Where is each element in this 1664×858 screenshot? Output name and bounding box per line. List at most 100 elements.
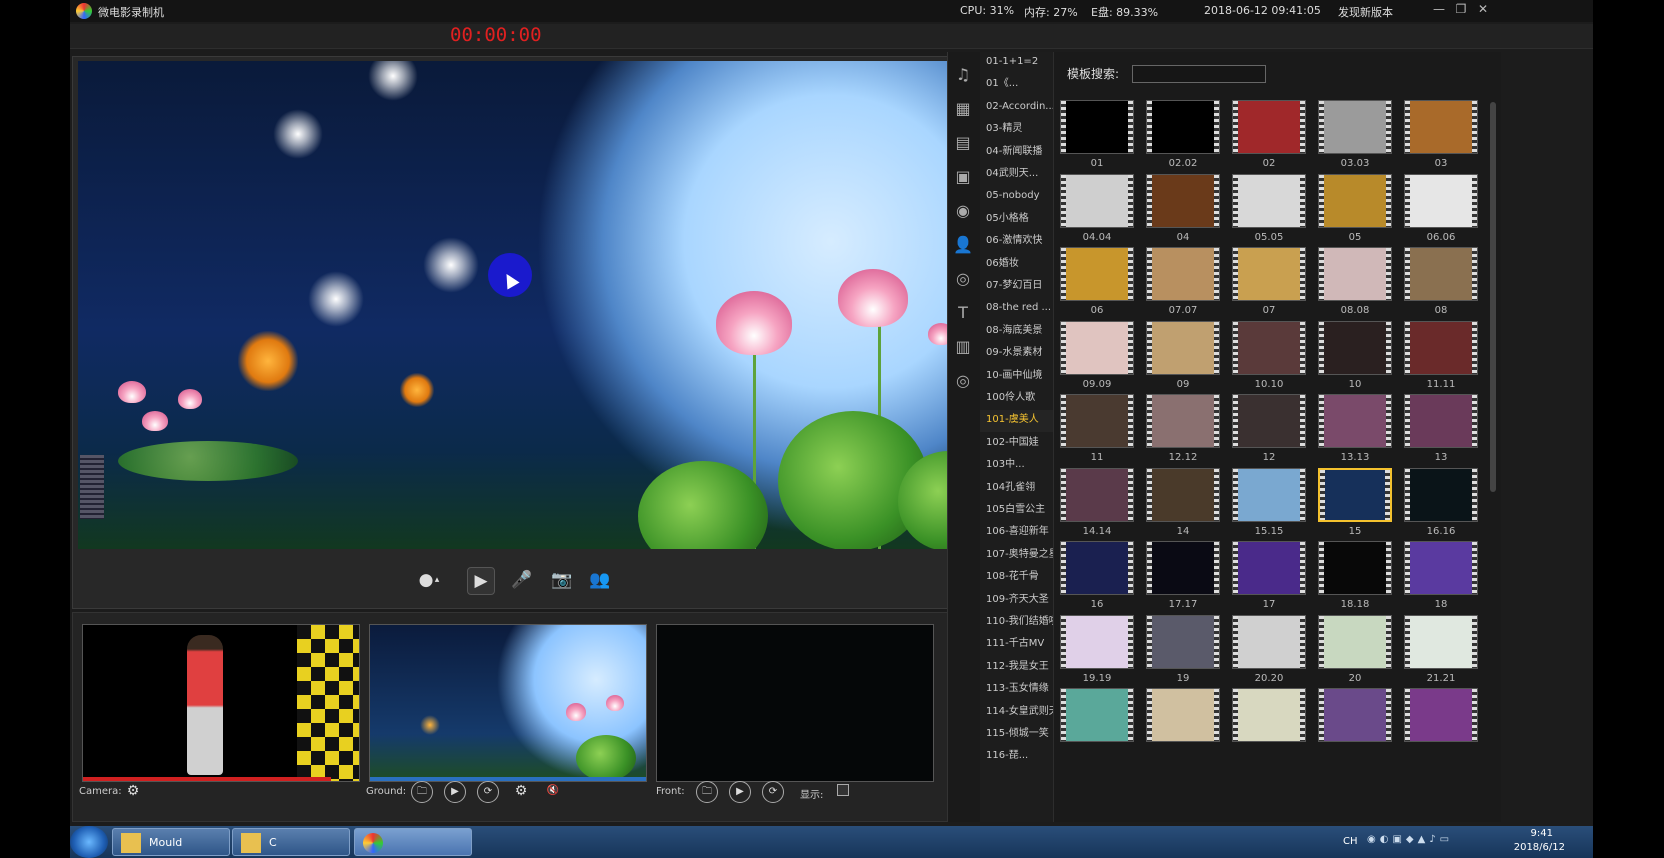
template-thumbnail[interactable]: 10.10 (1232, 320, 1306, 390)
category-6-icon[interactable]: ◎ (952, 268, 974, 290)
template-list-item[interactable]: 03-精灵 (980, 119, 1053, 141)
template-thumbnail[interactable]: 04.04 (1060, 173, 1134, 243)
template-thumbnail[interactable]: 06 (1060, 247, 1134, 316)
template-list-item[interactable]: 02-Accordin... (980, 97, 1053, 119)
ground-monitor[interactable] (369, 624, 647, 782)
thumbnail-image[interactable] (1060, 394, 1134, 448)
template-thumbnail[interactable]: 14.14 (1060, 467, 1134, 537)
thumbnail-image[interactable] (1060, 614, 1134, 669)
snapshot-button[interactable]: 📷 (549, 567, 575, 593)
thumbnail-image[interactable] (1318, 614, 1392, 669)
template-thumbnail[interactable]: 02.02 (1146, 100, 1220, 169)
template-thumbnail[interactable] (1318, 688, 1392, 752)
template-thumbnail[interactable]: 20.20 (1232, 614, 1306, 684)
template-list-item[interactable]: 106-喜迎新年 (980, 522, 1053, 544)
thumbnail-image[interactable] (1318, 100, 1392, 154)
close-button[interactable]: ✕ (1474, 2, 1492, 18)
thumbnail-image[interactable] (1146, 173, 1220, 228)
template-thumbnail[interactable]: 01 (1060, 100, 1134, 169)
template-list-item[interactable]: 104孔雀翎 (980, 478, 1053, 500)
template-thumbnail[interactable]: 09.09 (1060, 320, 1134, 390)
template-search-input[interactable] (1132, 65, 1266, 83)
template-thumbnail[interactable] (1404, 688, 1478, 752)
template-thumbnail[interactable]: 05 (1318, 173, 1392, 243)
template-thumbnail[interactable]: 07 (1232, 247, 1306, 316)
thumbnail-image[interactable] (1318, 688, 1392, 742)
category-0-icon[interactable]: ♫ (952, 64, 974, 86)
thumbnail-image[interactable] (1404, 467, 1478, 522)
thumbnail-image[interactable] (1318, 320, 1392, 375)
template-thumbnail[interactable]: 05.05 (1232, 173, 1306, 243)
clock-date[interactable]: 2018/6/12 (1514, 842, 1565, 853)
template-list-item[interactable]: 105白雪公主 (980, 500, 1053, 522)
template-thumbnail[interactable]: 20 (1318, 614, 1392, 684)
template-thumbnail[interactable] (1232, 688, 1306, 752)
template-list-item[interactable]: 01-1+1=2 (980, 52, 1053, 74)
template-thumbnail[interactable]: 13 (1404, 394, 1478, 463)
template-list-item[interactable]: 109-齐天大圣 (980, 590, 1053, 612)
template-thumbnail[interactable] (1146, 688, 1220, 752)
category-8-icon[interactable]: ▥ (952, 336, 974, 358)
front-monitor[interactable] (656, 624, 934, 782)
camera-settings-icon[interactable]: ⚙ (123, 781, 143, 801)
thumbnail-image[interactable] (1146, 614, 1220, 669)
thumbnail-image[interactable] (1060, 467, 1134, 522)
template-thumbnail[interactable]: 15 (1318, 467, 1392, 537)
template-list-item[interactable]: 01《... (980, 74, 1053, 96)
input-language[interactable]: CH (1343, 836, 1358, 847)
template-list-item[interactable]: 108-花千骨 (980, 567, 1053, 589)
thumbnail-image[interactable] (1146, 247, 1220, 301)
template-list-item[interactable]: 113-玉女情缘 (980, 679, 1053, 701)
thumbnail-image[interactable] (1404, 688, 1478, 742)
template-list-item[interactable]: 115-倾城一笑 (980, 724, 1053, 746)
template-thumbnail[interactable]: 15.15 (1232, 467, 1306, 537)
template-list-item[interactable]: 08-the red ... (980, 298, 1053, 320)
thumbnail-image[interactable] (1232, 467, 1306, 522)
category-2-icon[interactable]: ▤ (952, 132, 974, 154)
thumbnail-image[interactable] (1232, 247, 1306, 301)
category-7-icon[interactable]: T (952, 302, 974, 324)
template-list-item[interactable]: 05小格格 (980, 209, 1053, 231)
template-thumbnail[interactable]: 11 (1060, 394, 1134, 463)
template-thumbnail[interactable]: 18.18 (1318, 541, 1392, 610)
minimize-button[interactable]: — (1430, 2, 1448, 18)
thumbnail-image[interactable] (1146, 394, 1220, 448)
template-thumbnail[interactable]: 16 (1060, 541, 1134, 610)
thumbnail-image[interactable] (1404, 541, 1478, 595)
clock-time[interactable]: 9:41 (1531, 828, 1553, 839)
ground-folder-button[interactable]: 🗀 (411, 781, 433, 803)
update-link[interactable]: 发现新版本 (1338, 4, 1393, 20)
taskbar-item-mould[interactable]: Mould (112, 828, 230, 856)
thumbnail-image[interactable] (1404, 100, 1478, 154)
ground-play-button[interactable]: ▶ (444, 781, 466, 803)
template-list-item[interactable]: 06婚妆 (980, 254, 1053, 276)
thumbnail-image[interactable] (1146, 320, 1220, 375)
thumbnail-image[interactable] (1232, 688, 1306, 742)
thumbnail-image[interactable] (1404, 320, 1478, 375)
template-thumbnail[interactable]: 17 (1232, 541, 1306, 610)
record-mode-dropdown-icon[interactable]: ▴ (431, 567, 443, 593)
thumbnail-image[interactable] (1146, 541, 1220, 595)
thumbnail-image[interactable] (1318, 394, 1392, 448)
thumbnail-image[interactable] (1318, 247, 1392, 301)
template-list-item[interactable]: 04武则天... (980, 164, 1053, 186)
thumbnail-image[interactable] (1404, 614, 1478, 669)
category-1-icon[interactable]: ▦ (952, 98, 974, 120)
taskbar-item-app[interactable] (354, 828, 472, 856)
template-list-item[interactable]: 08-海底美景 (980, 321, 1053, 343)
thumbnail-image[interactable] (1060, 247, 1134, 301)
template-list-item[interactable]: 107-奥特曼之星 (980, 545, 1053, 567)
template-list-item[interactable]: 07-梦幻百日 (980, 276, 1053, 298)
template-thumbnail[interactable] (1060, 688, 1134, 752)
thumbnail-image[interactable] (1146, 467, 1220, 522)
thumbnail-image[interactable] (1404, 394, 1478, 448)
tray-icons[interactable]: ◉◐▣◆▲♪▭ (1367, 834, 1453, 845)
template-thumbnail[interactable]: 07.07 (1146, 247, 1220, 316)
ground-mute-button[interactable]: 🔇 (543, 781, 563, 801)
template-thumbnail[interactable]: 14 (1146, 467, 1220, 537)
thumbnail-image[interactable] (1146, 688, 1220, 742)
microphone-button[interactable]: 🎤 (509, 567, 535, 593)
thumbnail-image[interactable] (1232, 541, 1306, 595)
template-list-item[interactable]: 10-画中仙境 (980, 366, 1053, 388)
people-button[interactable]: 👥 (587, 567, 613, 593)
